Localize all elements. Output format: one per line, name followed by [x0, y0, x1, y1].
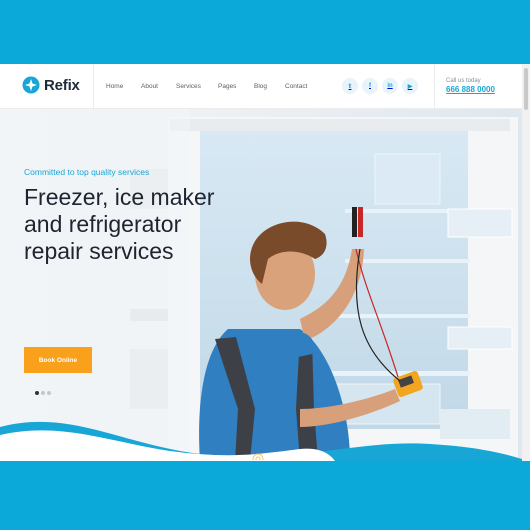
hero-content: Committed to top quality services Freeze…	[24, 167, 244, 265]
divider	[434, 64, 435, 109]
phone-number-link[interactable]: 666 888 0000	[446, 85, 495, 94]
divider	[93, 64, 94, 109]
nav-about[interactable]: About	[141, 83, 176, 90]
slider-dot[interactable]	[47, 391, 51, 395]
main-nav: Home About Services Pages Blog Contact	[106, 64, 325, 109]
gear-icon	[252, 453, 264, 460]
logo-mark-icon	[22, 76, 40, 94]
nav-home[interactable]: Home	[106, 83, 141, 90]
youtube-icon[interactable]: ▶	[402, 78, 418, 94]
hero-title: Freezer, ice maker and refrigerator repa…	[24, 184, 215, 264]
twitter-icon[interactable]: 𝕥	[342, 78, 358, 94]
call-label: Call us today	[446, 78, 481, 84]
social-links: 𝕥 f in ▶	[342, 78, 418, 94]
hero-subtitle: Committed to top quality services	[24, 167, 150, 177]
hero-slider: Committed to top quality services Freeze…	[0, 109, 522, 461]
nav-services[interactable]: Services	[176, 83, 218, 90]
logo-text: Refix	[44, 76, 80, 94]
scrollbar-thumb[interactable]	[524, 68, 528, 110]
linkedin-icon[interactable]: in	[382, 78, 398, 94]
nav-pages[interactable]: Pages	[218, 83, 254, 90]
slider-dots	[35, 391, 51, 395]
browser-viewport: Refix Home About Services Pages Blog Con…	[0, 64, 522, 461]
slider-dot[interactable]	[35, 391, 39, 395]
logo[interactable]: Refix	[22, 76, 80, 94]
slider-dot[interactable]	[41, 391, 45, 395]
call-block: Call us today 666 888 0000	[446, 78, 495, 94]
scrollbar[interactable]	[522, 64, 530, 461]
hero-wave-divider	[0, 421, 522, 461]
facebook-icon[interactable]: f	[362, 78, 378, 94]
site-header: Refix Home About Services Pages Blog Con…	[0, 64, 522, 109]
book-online-button[interactable]: Book Online	[24, 347, 92, 373]
nav-contact[interactable]: Contact	[285, 83, 325, 90]
nav-blog[interactable]: Blog	[254, 83, 285, 90]
